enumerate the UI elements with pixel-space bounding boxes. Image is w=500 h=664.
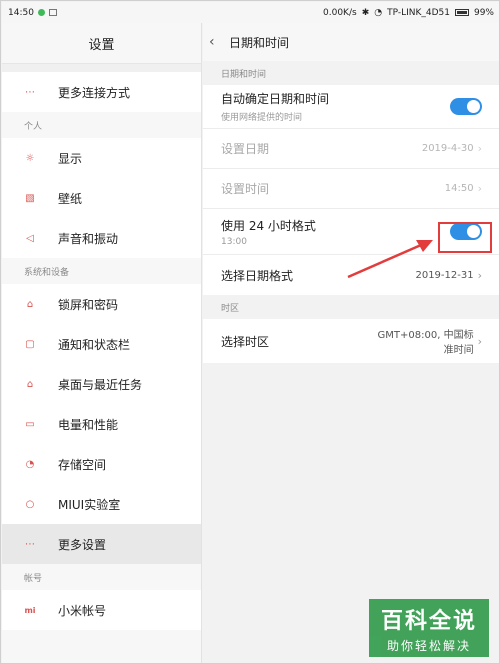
hour24-title: 使用 24 小时格式: [221, 218, 316, 233]
storage-icon: ◔: [25, 458, 35, 470]
timezone-value: GMT+08:00, 中国标 准时间: [378, 326, 474, 356]
sidebar-item-label: 更多连接方式: [58, 85, 131, 100]
auto-datetime-row[interactable]: 自动确定日期和时间 使用网络提供的时间: [203, 85, 499, 129]
sidebar-item-label: 存储空间: [58, 457, 107, 472]
sidebar-item-label: MIUI实验室: [58, 497, 121, 512]
sidebar-item-label: 声音和振动: [58, 231, 119, 246]
sidebar-item-storage[interactable]: ◔ 存储空间: [2, 444, 201, 484]
highlight-box: [438, 222, 492, 253]
sidebar-title: 设置: [88, 37, 115, 53]
sidebar-item-label: 更多设置: [58, 537, 107, 552]
sidebar-item-label: 壁纸: [58, 191, 83, 206]
watermark-logo: 百科全说 助你轻松解决: [369, 599, 489, 657]
pane-header: ‹ 日期和时间: [203, 23, 499, 61]
datetime-card: 自动确定日期和时间 使用网络提供的时间 设置日期 2019-4-30 › 设置时…: [203, 85, 499, 295]
watermark-title: 百科全说: [380, 609, 477, 634]
sidebar-item-label: 小米帐号: [58, 603, 107, 618]
timezone-row[interactable]: 选择时区 GMT+08:00, 中国标 准时间 ›: [203, 319, 499, 363]
lock-icon: ⌂: [26, 298, 34, 310]
date-format-row[interactable]: 选择日期格式 2019-12-31 ›: [203, 255, 499, 295]
wifi-icon: ◔: [374, 7, 383, 18]
set-date-value: 2019-4-30: [421, 143, 474, 154]
sidebar-item-label: 通知和状态栏: [58, 337, 131, 352]
auto-datetime-title: 自动确定日期和时间: [221, 92, 330, 106]
set-date-row[interactable]: 设置日期 2019-4-30 ›: [203, 129, 499, 169]
status-bar: 14:50 0.00K/s ✱ ◔ TP-LINK_4D51 99%: [2, 2, 499, 23]
notification-icon: ▢: [25, 338, 35, 350]
section-header-system: 系统和设备: [2, 258, 201, 284]
set-date-title: 设置日期: [221, 142, 270, 156]
timezone-title: 选择时区: [221, 334, 270, 349]
section-header-personal: 个人: [2, 112, 201, 138]
sidebar-item-label: 显示: [58, 151, 83, 166]
sidebar-item-more-settings[interactable]: ⋯ 更多设置: [2, 524, 201, 564]
sidebar-item-sound[interactable]: ◁ 声音和振动: [2, 218, 201, 258]
notification-dot-icon: [37, 9, 45, 16]
sidebar-item-lockscreen[interactable]: ⌂ 锁屏和密码: [2, 284, 201, 324]
sidebar-item-mi-account[interactable]: mi 小米帐号: [2, 590, 201, 630]
sidebar-item-miui-lab[interactable]: ○ MIUI实验室: [2, 484, 201, 524]
sidebar-item-notifications[interactable]: ▢ 通知和状态栏: [2, 324, 201, 364]
speaker-icon: ◁: [26, 232, 34, 244]
back-chevron-icon[interactable]: ‹: [209, 34, 223, 50]
date-time-pane: ‹ 日期和时间 日期和时间 自动确定日期和时间 使用网络提供的时间 设置日期 2…: [203, 23, 499, 663]
bluetooth-icon: ✱: [361, 7, 370, 18]
date-format-value: 2019-12-31: [415, 269, 474, 281]
sidebar-item-battery[interactable]: ▭ 电量和性能: [2, 404, 201, 444]
section-header-datetime: 日期和时间: [203, 61, 499, 85]
sidebar-item-label: 锁屏和密码: [58, 297, 119, 312]
section-header-timezone: 时区: [203, 295, 499, 319]
sun-icon: ☼: [25, 152, 35, 164]
net-speed: 0.00K/s: [323, 7, 357, 18]
set-time-row[interactable]: 设置时间 14:50 ›: [203, 169, 499, 209]
page-title: 日期和时间: [229, 35, 290, 50]
sidebar-item-wallpaper[interactable]: ▧ 壁纸: [2, 178, 201, 218]
chevron-right-icon: ›: [477, 268, 482, 282]
flask-icon: ○: [25, 498, 35, 510]
mi-icon: mi: [24, 605, 36, 615]
chevron-right-icon: ›: [477, 182, 482, 195]
sidebar-item-label: 桌面与最近任务: [58, 377, 143, 392]
timezone-value-line2: 准时间: [443, 345, 474, 356]
chevron-right-icon: ›: [477, 334, 482, 348]
auto-datetime-sub: 使用网络提供的时间: [221, 113, 303, 123]
watermark-subtitle: 助你轻松解决: [386, 639, 471, 653]
timezone-card: 选择时区 GMT+08:00, 中国标 准时间 ›: [203, 319, 499, 363]
sidebar-item-home[interactable]: ⌂ 桌面与最近任务: [2, 364, 201, 404]
date-format-title: 选择日期格式: [221, 268, 294, 283]
wallpaper-icon: ▧: [25, 192, 35, 204]
settings-sidebar: 设置 ⋯ 更多连接方式 个人 ☼ 显示 ▧ 壁纸 ◁ 声音和振动 系统和设备 ⌂…: [2, 23, 202, 663]
divider: [2, 63, 201, 72]
auto-datetime-toggle[interactable]: [450, 98, 482, 115]
home-icon: ⌂: [26, 378, 34, 390]
section-header-account: 帐号: [2, 564, 201, 590]
sidebar-item-display[interactable]: ☼ 显示: [2, 138, 201, 178]
hour24-sub: 13:00: [221, 236, 247, 247]
screen-frame: 14:50 0.00K/s ✱ ◔ TP-LINK_4D51 99% 设置 ⋯ …: [0, 0, 500, 664]
image-notification-icon: [48, 9, 57, 16]
battery-icon: ▭: [25, 418, 35, 430]
status-time: 14:50: [8, 7, 34, 18]
wifi-name: TP-LINK_4D51: [387, 7, 450, 18]
more-connections-icon: ⋯: [25, 86, 35, 98]
battery-level: 99%: [473, 7, 494, 18]
set-time-title: 设置时间: [221, 182, 270, 196]
chevron-right-icon: ›: [477, 142, 482, 155]
sidebar-item-more-connections[interactable]: ⋯ 更多连接方式: [2, 72, 201, 112]
set-time-value: 14:50: [444, 183, 474, 194]
sidebar-item-label: 电量和性能: [58, 417, 119, 432]
more-icon: ⋯: [25, 538, 35, 550]
battery-icon: [454, 9, 469, 16]
timezone-value-line1: GMT+08:00, 中国标: [377, 330, 474, 341]
